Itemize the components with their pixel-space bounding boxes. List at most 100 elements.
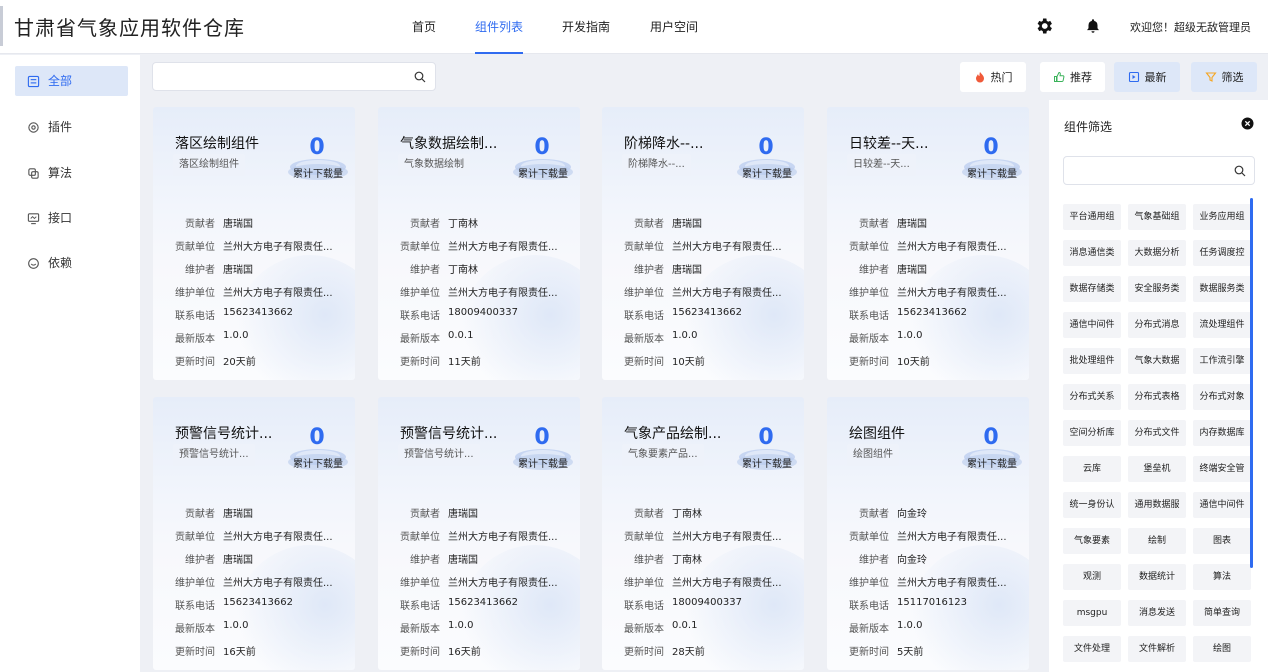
filter-tag[interactable]: 数据服务类 [1193, 276, 1251, 302]
filter-tag[interactable]: 文件处理 [1063, 636, 1121, 662]
filter-tag[interactable]: 数据统计 [1128, 564, 1186, 590]
filter-newest-label: 最新 [1144, 71, 1167, 84]
card-row-contrib-unit: 贡献单位 兰州大方电子有限责任... [396, 238, 558, 261]
card-row-value: 唐瑞国 [223, 555, 253, 566]
component-card[interactable]: 绘图组件 绘图组件 0 累计下载量 贡献者 向金玲 贡献单位 兰州大方电子有限责… [827, 397, 1029, 670]
filter-tag[interactable]: 通用数据服 [1128, 492, 1186, 518]
welcome-text: 欢迎您！超级无敌管理员 [1130, 21, 1251, 34]
filter-search-input[interactable] [1064, 157, 1224, 184]
filter-tag[interactable]: 通信中间件 [1193, 492, 1251, 518]
filter-tag[interactable]: 平台通用组 [1063, 204, 1121, 230]
filter-tag[interactable]: 消息发送 [1128, 600, 1186, 626]
filter-tag[interactable]: 流处理组件 [1193, 312, 1251, 338]
filter-recommend-label: 推荐 [1070, 71, 1092, 84]
card-row-phone: 联系电话 15623413662 [845, 307, 1007, 330]
close-icon[interactable] [1241, 117, 1254, 130]
gear-icon[interactable] [1034, 16, 1054, 36]
card-row-key: 贡献单位 [624, 532, 664, 543]
filter-tag[interactable]: 终端安全管 [1193, 456, 1251, 482]
card-row-key: 维护者 [634, 555, 664, 566]
card-download-count: 0 [534, 135, 550, 160]
filter-tag[interactable]: 统一身份认 [1063, 492, 1121, 518]
card-row-key: 联系电话 [175, 601, 215, 612]
filter-tag[interactable]: 通信中间件 [1063, 312, 1121, 338]
card-row-phone: 联系电话 15623413662 [620, 307, 782, 330]
component-card[interactable]: 气象产品绘制... 气象要素产品... 0 累计下载量 贡献者 丁南林 贡献单位… [602, 397, 804, 670]
card-row-key: 更新时间 [175, 647, 215, 658]
sidebar-item-algorithm[interactable]: 算法 [15, 158, 128, 188]
nav-home[interactable]: 首页 [412, 0, 436, 54]
card-details: 贡献者 丁南林 贡献单位 兰州大方电子有限责任... 维护者 丁南林 维护单位 … [396, 215, 558, 376]
filter-tag[interactable]: 云库 [1063, 456, 1121, 482]
filter-tag[interactable]: 分布式表格 [1128, 384, 1186, 410]
card-row-key: 最新版本 [175, 624, 215, 635]
filter-tag[interactable]: 图表 [1193, 528, 1251, 554]
component-card[interactable]: 落区绘制组件 落区绘制组件 0 累计下载量 贡献者 唐瑞国 贡献单位 兰州大方电… [153, 107, 355, 380]
filter-tag[interactable]: 空间分析库 [1063, 420, 1121, 446]
component-card[interactable]: 气象数据绘制... 气象数据绘制 0 累计下载量 贡献者 丁南林 贡献单位 兰州… [378, 107, 580, 380]
component-card[interactable]: 阶梯降水--... 阶梯降水--... 0 累计下载量 贡献者 唐瑞国 贡献单位… [602, 107, 804, 380]
filter-tag[interactable]: 绘图 [1193, 636, 1251, 662]
card-title: 预警信号统计... [400, 426, 498, 442]
filter-tag[interactable]: 简单查询 [1193, 600, 1251, 626]
filter-tag[interactable]: 批处理组件 [1063, 348, 1121, 374]
component-card[interactable]: 日较差--天... 日较差--天... 0 累计下载量 贡献者 唐瑞国 贡献单位… [827, 107, 1029, 380]
bell-icon[interactable] [1084, 16, 1102, 36]
card-row-updated: 更新时间 10天前 [620, 353, 782, 376]
filter-newest-button[interactable]: 最新 [1114, 62, 1180, 92]
search-input[interactable] [153, 63, 403, 90]
filter-panel: 组件筛选 平台通用组 气象基础组 业务应用组 消息通信类 大数据分析 任务调度控 数据存储类… [1049, 100, 1268, 672]
search-icon[interactable] [414, 71, 426, 83]
filter-tag[interactable]: 算法 [1193, 564, 1251, 590]
filter-tag[interactable]: 分布式对象 [1193, 384, 1251, 410]
card-row-maint-unit: 维护单位 兰州大方电子有限责任... [171, 284, 333, 307]
card-row-value: 唐瑞国 [223, 265, 253, 276]
card-row-value: 唐瑞国 [897, 219, 927, 230]
card-row-value: 15623413662 [897, 307, 967, 318]
filter-tag[interactable]: 业务应用组 [1193, 204, 1251, 230]
card-row-maintainer: 维护者 唐瑞国 [171, 551, 333, 574]
filter-tag[interactable]: 安全服务类 [1128, 276, 1186, 302]
filter-hot-button[interactable]: 热门 [960, 62, 1026, 92]
nav-dev-guide[interactable]: 开发指南 [562, 0, 610, 54]
sidebar-item-all[interactable]: 全部 [15, 66, 128, 96]
search-icon[interactable] [1234, 165, 1246, 177]
filter-tag[interactable]: 工作流引擎 [1193, 348, 1251, 374]
card-row-key: 维护者 [185, 265, 215, 276]
card-row-key: 维护单位 [849, 578, 889, 589]
nav-user-space[interactable]: 用户空间 [650, 0, 698, 54]
filter-tag[interactable]: 消息通信类 [1063, 240, 1121, 266]
filter-tag[interactable]: msgpu [1063, 600, 1121, 626]
card-row-contributor: 贡献者 唐瑞国 [396, 505, 558, 528]
filter-tag[interactable]: 气象大数据 [1128, 348, 1186, 374]
sidebar-item-plugin[interactable]: 插件 [15, 112, 128, 142]
sidebar-item-dependency[interactable]: 依赖 [15, 248, 128, 278]
component-card[interactable]: 预警信号统计... 预警信号统计... 0 累计下载量 贡献者 唐瑞国 贡献单位… [378, 397, 580, 670]
filter-panel-scrollbar[interactable] [1250, 198, 1253, 568]
filter-tag[interactable]: 分布式消息 [1128, 312, 1186, 338]
filter-tag[interactable]: 气象基础组 [1128, 204, 1186, 230]
filter-recommend-button[interactable]: 推荐 [1040, 62, 1105, 92]
filter-tag[interactable]: 绘制 [1128, 528, 1186, 554]
filter-tag[interactable]: 分布式文件 [1128, 420, 1186, 446]
card-download-label: 累计下载量 [293, 459, 343, 470]
filter-screen-button[interactable]: 筛选 [1191, 62, 1257, 92]
filter-tag[interactable]: 气象要素 [1063, 528, 1121, 554]
nav-components[interactable]: 组件列表 [475, 0, 524, 54]
main-nav: 首页 组件列表 开发指南 用户空间 [400, 0, 698, 54]
filter-tag[interactable]: 堡垒机 [1128, 456, 1186, 482]
filter-tag[interactable]: 观测 [1063, 564, 1121, 590]
filter-tag[interactable]: 内存数据库 [1193, 420, 1251, 446]
card-download-label: 累计下载量 [742, 459, 792, 470]
sidebar-item-interface[interactable]: 接口 [15, 203, 128, 233]
filter-tag[interactable]: 文件解析 [1128, 636, 1186, 662]
card-row-value: 丁南林 [672, 509, 702, 520]
filter-tag[interactable]: 大数据分析 [1128, 240, 1186, 266]
filter-tag[interactable]: 分布式关系 [1063, 384, 1121, 410]
card-row-key: 更新时间 [400, 647, 440, 658]
filter-tag[interactable]: 数据存储类 [1063, 276, 1121, 302]
card-row-key: 更新时间 [849, 357, 889, 368]
new-badge-icon [1128, 71, 1139, 83]
component-card[interactable]: 预警信号统计... 预警信号统计... 0 累计下载量 贡献者 唐瑞国 贡献单位… [153, 397, 355, 670]
filter-tag[interactable]: 任务调度控 [1193, 240, 1251, 266]
